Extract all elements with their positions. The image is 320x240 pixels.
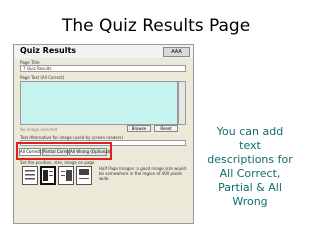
no-image-text: No image selected — [20, 127, 58, 132]
page-text-label: Page Text (All Correct) — [20, 75, 65, 80]
quiz-results-editor: Quiz Results AAA Page Title 7 Quiz Resul… — [13, 44, 194, 224]
editor-title: Quiz Results — [20, 46, 77, 55]
image-top-icon — [79, 169, 89, 179]
page-text-area[interactable] — [20, 81, 178, 125]
image-right-icon — [61, 170, 72, 181]
page-text-scrollbar[interactable] — [178, 81, 186, 125]
image-left-icon — [43, 170, 53, 181]
editor-header: Quiz Results AAA — [14, 45, 193, 58]
browse-button[interactable]: Browse — [127, 125, 151, 132]
aaa-button[interactable]: AAA — [163, 47, 190, 57]
slide-title: The Quiz Results Page — [62, 16, 251, 36]
layout-option-image-top[interactable] — [76, 166, 92, 185]
tabs-highlight — [16, 142, 112, 160]
callout-note: You can add text descriptions for All Co… — [207, 125, 293, 208]
text-only-icon — [25, 170, 35, 180]
page-title-field[interactable]: 7 Quiz Results — [20, 65, 186, 72]
reset-button[interactable]: Reset — [154, 125, 178, 132]
layout-option-image-left[interactable] — [40, 166, 56, 185]
layout-option-image-right[interactable] — [58, 166, 74, 185]
page-title-value: 7 Quiz Results — [23, 66, 52, 71]
layout-hint: Half Page Images: a good image size woul… — [99, 166, 187, 181]
layout-option-text-only[interactable] — [22, 166, 38, 185]
layout-label: Set the position, size, image on page — [20, 160, 95, 165]
